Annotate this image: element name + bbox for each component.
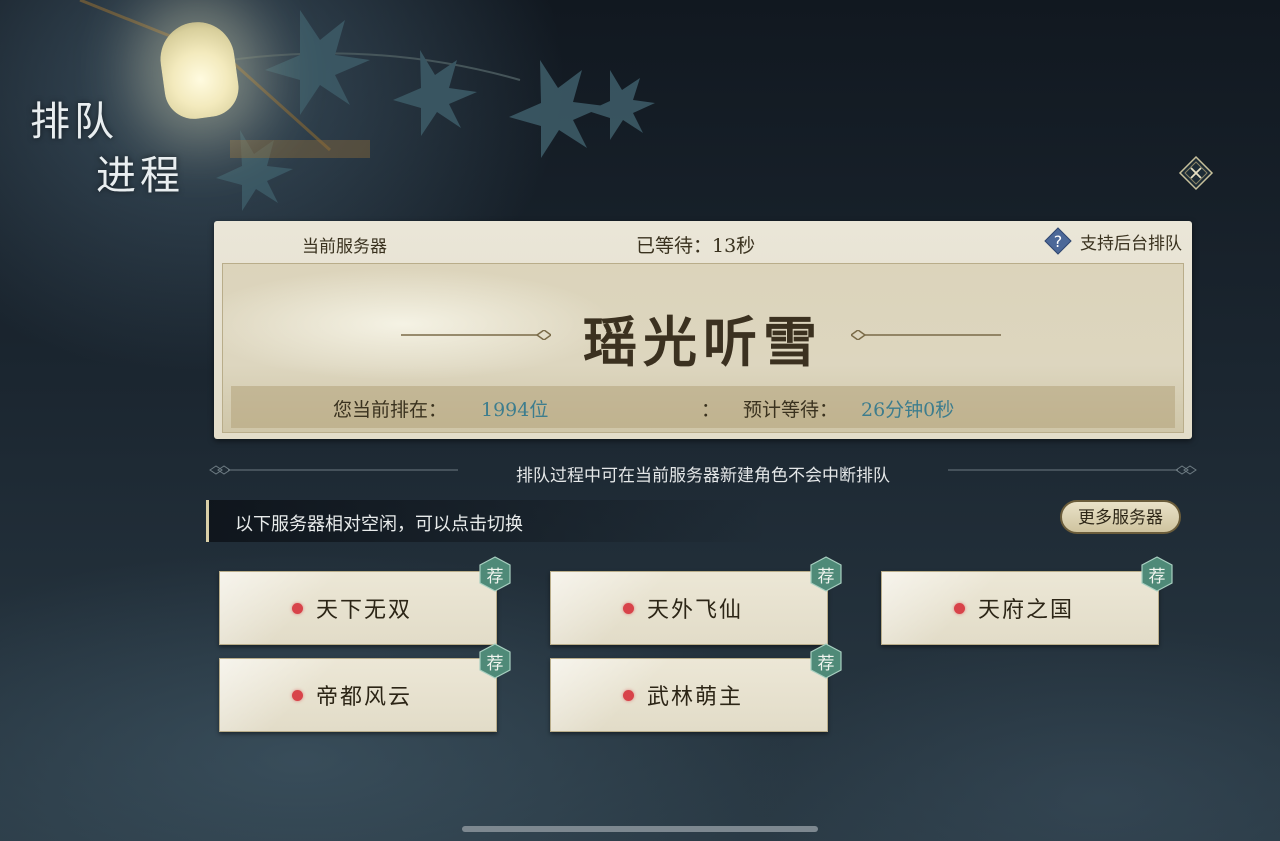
recommend-badge: 荐 xyxy=(478,643,512,679)
help-icon[interactable]: ? xyxy=(1044,227,1072,255)
waited-time: 已等待：13秒 xyxy=(636,235,756,257)
server-card-tianwaifeixian[interactable]: 天外飞仙 荐 xyxy=(550,556,842,645)
server-card-diduyunfeng[interactable]: 帝都风云 荐 xyxy=(219,643,511,732)
status-dot xyxy=(954,603,965,614)
page-title-line2: 进程 xyxy=(96,153,184,199)
recommend-badge-label: 荐 xyxy=(1148,567,1166,587)
status-dot xyxy=(292,690,303,701)
home-indicator[interactable] xyxy=(462,826,818,832)
panel-header: 当前服务器 已等待：13秒 ? 支持后台排队 xyxy=(214,221,1192,265)
recommend-badge: 荐 xyxy=(478,556,512,592)
recommend-badge-label: 荐 xyxy=(817,567,835,587)
server-card-wulinmengzhu[interactable]: 武林萌主 荐 xyxy=(550,643,842,732)
queue-note-text: 排队过程中可在当前服务器新建角色不会中断排队 xyxy=(516,466,890,486)
svg-text:?: ? xyxy=(1054,232,1063,251)
eta-label: 预计等待： xyxy=(743,399,839,421)
recommend-badge: 荐 xyxy=(809,556,843,592)
eta-value: 26分钟0秒 xyxy=(861,399,955,421)
status-dot xyxy=(292,603,303,614)
idle-servers-hint-text: 以下服务器相对空闲，可以点击切换 xyxy=(235,514,523,535)
recommend-badge-label: 荐 xyxy=(486,654,504,674)
server-card-name: 天府之国 xyxy=(978,598,1075,623)
queue-note: 排队过程中可在当前服务器新建角色不会中断排队 xyxy=(208,458,1198,486)
close-icon[interactable] xyxy=(1178,155,1214,191)
recommend-badge-label: 荐 xyxy=(817,654,835,674)
queue-panel: 当前服务器 已等待：13秒 ? 支持后台排队 瑶光听雪 您当前排在： 1994位… xyxy=(214,221,1192,439)
page-title: 排队 进程 xyxy=(30,95,184,203)
status-dot xyxy=(623,690,634,701)
server-card-name: 天下无双 xyxy=(316,598,413,623)
idle-servers-hint: 以下服务器相对空闲，可以点击切换 xyxy=(206,500,769,542)
recommend-badge: 荐 xyxy=(1140,556,1174,592)
page-title-line1: 排队 xyxy=(30,99,118,145)
background-queue-support[interactable]: ? 支持后台排队 xyxy=(1044,227,1182,255)
server-card-tianfuzhiguo[interactable]: 天府之国 荐 xyxy=(881,556,1173,645)
server-card-name: 武林萌主 xyxy=(647,685,744,710)
position-value: 1994位 xyxy=(481,399,549,421)
recommend-badge: 荐 xyxy=(809,643,843,679)
support-label: 支持后台排队 xyxy=(1080,233,1182,254)
recommend-badge-label: 荐 xyxy=(486,567,504,587)
current-server-name: 瑶光听雪 xyxy=(583,310,823,374)
queue-status-bar: 您当前排在： 1994位 ： 预计等待： 26分钟0秒 xyxy=(231,386,1175,428)
current-server-label: 当前服务器 xyxy=(302,237,387,257)
position-label: 您当前排在： xyxy=(333,399,448,421)
server-card-name: 天外飞仙 xyxy=(647,598,744,623)
server-name-area: 瑶光听雪 您当前排在： 1994位 ： 预计等待： 26分钟0秒 xyxy=(222,263,1184,433)
divider-ornament-right xyxy=(851,330,1001,340)
server-card-tianxiawushuang[interactable]: 天下无双 荐 xyxy=(219,556,511,645)
status-dot xyxy=(623,603,634,614)
status-separator: ： xyxy=(701,399,721,421)
server-card-name: 帝都风云 xyxy=(316,685,413,710)
more-servers-button[interactable]: 更多服务器 xyxy=(1060,500,1181,534)
